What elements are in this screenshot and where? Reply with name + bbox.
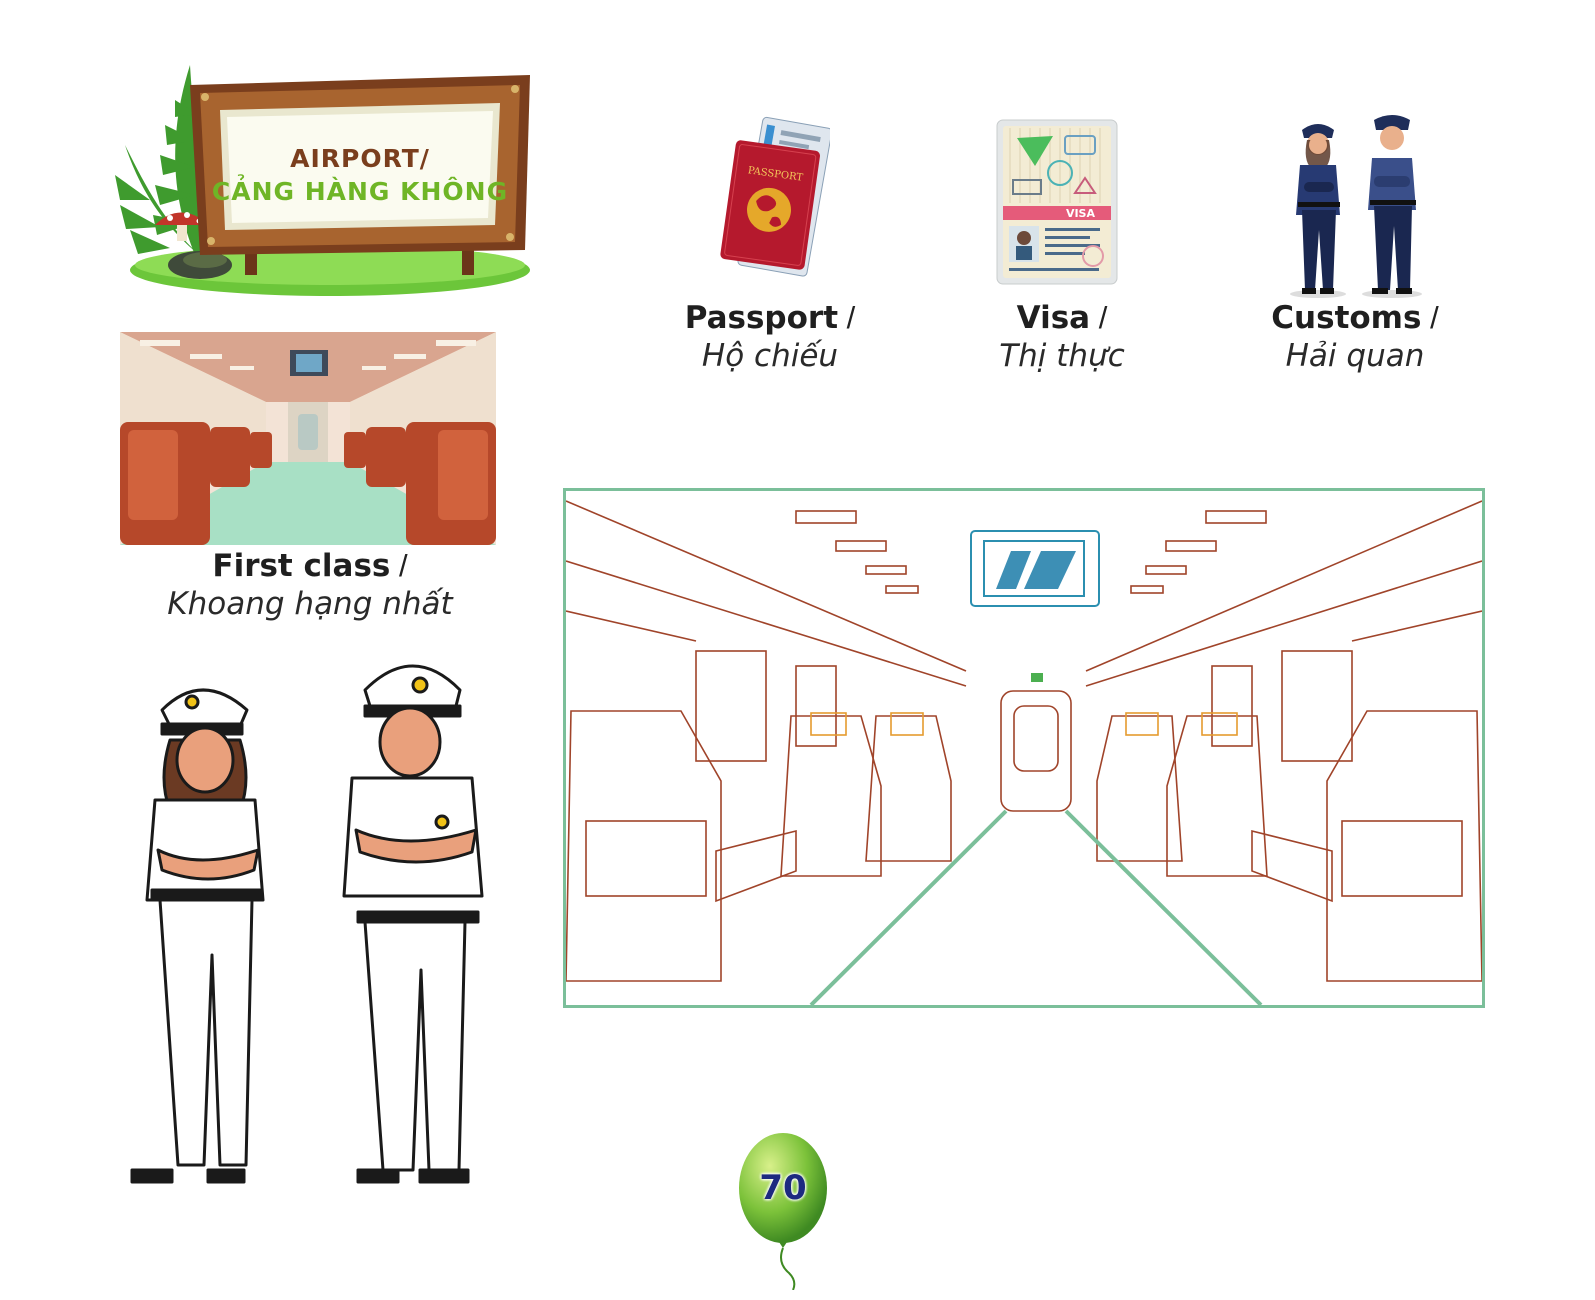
visa-card-label: VISA <box>1066 207 1096 220</box>
visa-icon: VISA <box>996 119 1118 285</box>
vocab-passport: Passport / Hộ chiếu <box>640 300 900 374</box>
vocab-visa: Visa / Thị thực <box>932 300 1192 374</box>
passport-en: Passport <box>684 300 839 336</box>
sign-title-vi: CẢNG HÀNG KHÔNG <box>211 177 509 206</box>
page-number: 70 <box>759 1168 807 1208</box>
passport-illustration: PASSPORT <box>715 115 833 285</box>
first-class-en: First class <box>212 548 391 584</box>
vocab-first-class: First class / Khoang hạng nhất <box>160 548 460 622</box>
first-class-vi: Khoang hạng nhất <box>167 586 453 622</box>
first-class-image <box>120 332 496 545</box>
police-officers-icon <box>130 664 484 1184</box>
page-number-balloon: 70 <box>735 1130 835 1291</box>
passport-icon: PASSPORT <box>720 116 833 277</box>
customs-officers-icon <box>1290 115 1422 298</box>
visa-illustration: VISA <box>995 118 1120 288</box>
train-cabin-lineart-icon <box>566 500 1482 1005</box>
customs-en: Customs <box>1271 300 1422 336</box>
customs-illustration <box>1280 110 1430 300</box>
passport-vi: Hộ chiếu <box>701 338 839 374</box>
visa-vi: Thị thực <box>999 338 1125 374</box>
balloon-icon <box>739 1133 827 1291</box>
coloring-train-cabin <box>563 488 1485 1008</box>
vocab-customs: Customs / Hải quan <box>1225 300 1485 374</box>
airport-signboard: AIRPORT/ CẢNG HÀNG KHÔNG <box>105 55 545 315</box>
sign-title-en: AIRPORT/ <box>290 144 430 173</box>
police-officers-illustration <box>120 650 505 1190</box>
visa-en: Visa <box>1016 300 1091 336</box>
customs-vi: Hải quan <box>1285 338 1425 374</box>
train-cabin-icon <box>120 332 496 545</box>
